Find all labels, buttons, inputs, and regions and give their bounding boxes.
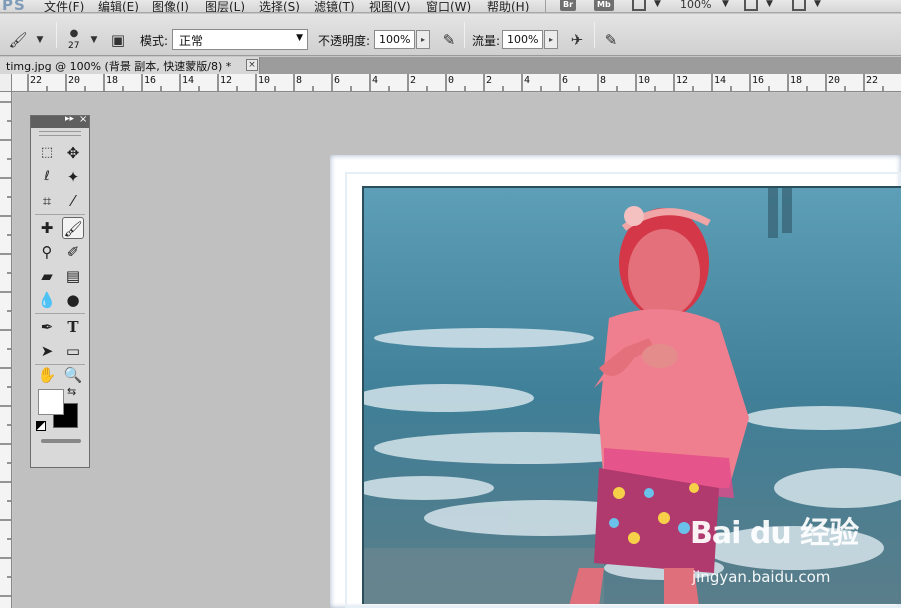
- menu-image[interactable]: 图像(I): [152, 0, 189, 12]
- quick-mask-button[interactable]: [41, 439, 81, 443]
- divider: [35, 313, 85, 314]
- mode-label: 模式:: [140, 34, 169, 48]
- ruler-origin[interactable]: [0, 74, 12, 92]
- guides-icon[interactable]: [632, 0, 646, 11]
- path-selection-tool-icon[interactable]: ➤: [36, 340, 58, 362]
- chevron-down-icon[interactable]: ▼: [722, 0, 729, 9]
- menu-file[interactable]: 文件(F): [44, 0, 84, 12]
- horizontal-ruler[interactable]: 22 20 18 16 14 12 10 8 6 4 2 0 2 4 6 8 1…: [12, 74, 901, 92]
- brush-preset-picker-icon[interactable]: ▼: [84, 30, 104, 50]
- brush-tool-icon[interactable]: 🖌: [62, 217, 84, 239]
- foreground-color-swatch[interactable]: [38, 389, 64, 415]
- eyedropper-tool-icon[interactable]: ⁄: [62, 190, 84, 212]
- opacity-slider-button[interactable]: ▸: [416, 30, 430, 49]
- mode-select[interactable]: 正常 ▼: [172, 29, 308, 50]
- watermark-url: jingyan.baidu.com: [692, 568, 831, 586]
- close-icon[interactable]: ×: [79, 114, 87, 125]
- divider: [35, 214, 85, 215]
- menu-bar: PS 文件(F) 编辑(E) 图像(I) 图层(L) 选择(S) 滤镜(T) 视…: [0, 0, 901, 13]
- spot-healing-tool-icon[interactable]: ✚: [36, 217, 58, 239]
- default-colors-icon[interactable]: [36, 421, 46, 431]
- bridge-button[interactable]: Br: [560, 0, 577, 11]
- dodge-tool-icon[interactable]: ●: [62, 289, 84, 311]
- separator: [594, 22, 595, 48]
- screen-mode-icon[interactable]: [792, 0, 806, 11]
- type-tool-icon[interactable]: T: [62, 316, 84, 338]
- chevron-down-icon[interactable]: ▼: [654, 0, 661, 9]
- vertical-ruler[interactable]: [0, 92, 12, 608]
- arrange-documents-icon[interactable]: [744, 0, 758, 11]
- minibridge-button[interactable]: Mb: [594, 0, 614, 11]
- menu-help[interactable]: 帮助(H): [487, 0, 529, 12]
- chevron-down-icon[interactable]: ▼: [30, 30, 50, 50]
- move-tool-icon[interactable]: ✥: [62, 142, 84, 164]
- opacity-input[interactable]: 100%: [374, 30, 415, 49]
- document-tab[interactable]: timg.jpg @ 100% (背景 副本, 快速蒙版/8) *: [0, 57, 260, 74]
- baidu-jingyan-watermark: Bai du 经验 jingyan.baidu.com: [690, 508, 859, 586]
- airbrush-icon[interactable]: ✈: [567, 30, 587, 50]
- flow-input[interactable]: 100%: [502, 30, 543, 49]
- swap-colors-icon[interactable]: ⇆: [67, 385, 76, 398]
- clone-stamp-tool-icon[interactable]: ⚲: [36, 241, 58, 263]
- menu-separator: [545, 0, 546, 12]
- tablet-size-pressure-icon[interactable]: ✎: [601, 30, 621, 50]
- tools-panel-header[interactable]: ▸▸ ×: [31, 114, 89, 128]
- menu-filter[interactable]: 滤镜(T): [314, 0, 355, 12]
- close-icon[interactable]: ×: [246, 59, 258, 71]
- chevron-down-icon: ▼: [296, 33, 303, 43]
- menu-edit[interactable]: 编辑(E): [98, 0, 139, 12]
- tablet-opacity-pressure-icon[interactable]: ✎: [439, 30, 459, 50]
- tools-panel: ▸▸ × ⬚ ✥ ℓ ✦ ⌗ ⁄ ✚ 🖌 ⚲ ✐ ▰ ▤ 💧 ● ✒ T ➤ ▭…: [30, 114, 90, 468]
- collapse-icon[interactable]: ▸▸: [65, 114, 74, 124]
- panel-grip[interactable]: [39, 131, 81, 136]
- ruler-ticks: [27, 74, 884, 91]
- rectangle-tool-icon[interactable]: ▭: [62, 340, 84, 362]
- flow-label: 流量:: [472, 34, 501, 48]
- magic-wand-tool-icon[interactable]: ✦: [62, 166, 84, 188]
- brush-tool-icon[interactable]: 🖌: [8, 30, 28, 50]
- ruler-ticks: [0, 101, 11, 597]
- chevron-down-icon[interactable]: ▼: [766, 0, 773, 9]
- menu-layer[interactable]: 图层(L): [205, 0, 245, 12]
- zoom-level[interactable]: 100%: [680, 0, 711, 11]
- crop-tool-icon[interactable]: ⌗: [36, 190, 58, 212]
- document-tab-bar: timg.jpg @ 100% (背景 副本, 快速蒙版/8) * ×: [0, 57, 901, 74]
- history-brush-tool-icon[interactable]: ✐: [62, 241, 84, 263]
- brush-panel-toggle-icon[interactable]: ▣: [108, 30, 128, 50]
- zoom-tool-icon[interactable]: 🔍: [62, 364, 84, 386]
- pen-tool-icon[interactable]: ✒: [36, 316, 58, 338]
- hand-tool-icon[interactable]: ✋: [36, 364, 58, 386]
- menu-view[interactable]: 视图(V): [369, 0, 411, 12]
- chevron-down-icon[interactable]: ▼: [814, 0, 821, 9]
- brush-size: 27: [68, 41, 80, 51]
- menu-window[interactable]: 窗口(W): [426, 0, 471, 12]
- lasso-tool-icon[interactable]: ℓ: [36, 166, 58, 188]
- eraser-tool-icon[interactable]: ▰: [36, 265, 58, 287]
- separator: [56, 22, 57, 48]
- marquee-tool-icon[interactable]: ⬚: [36, 142, 58, 164]
- options-bar: 🖌 ▼ ● 27 ▼ ▣ 模式: 正常 ▼ 不透明度: 100% ▸ ✎ 流量:…: [0, 14, 901, 56]
- menu-select[interactable]: 选择(S): [259, 0, 300, 12]
- gradient-tool-icon[interactable]: ▤: [62, 265, 84, 287]
- watermark-logo: Bai du 经验: [690, 516, 859, 551]
- opacity-label: 不透明度:: [318, 34, 371, 48]
- flow-slider-button[interactable]: ▸: [544, 30, 558, 49]
- blur-tool-icon[interactable]: 💧: [36, 289, 58, 311]
- separator: [464, 22, 465, 48]
- photoshop-logo: PS: [2, 0, 26, 13]
